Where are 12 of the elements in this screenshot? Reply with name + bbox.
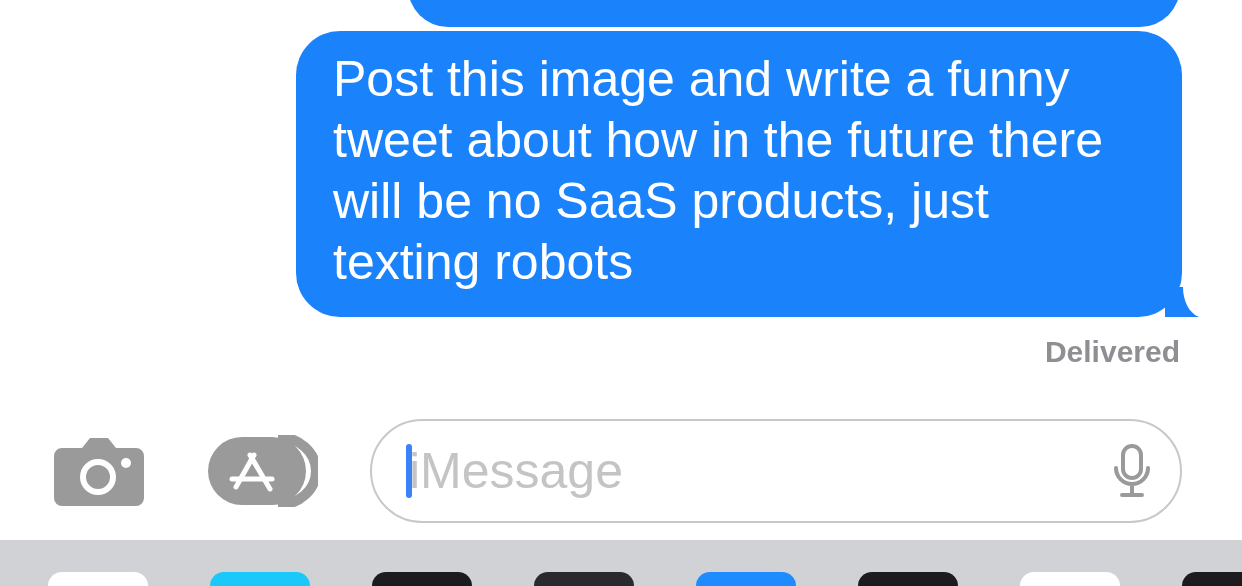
app-store-icon[interactable] — [208, 435, 318, 507]
app-icon[interactable] — [858, 572, 958, 586]
app-icon[interactable] — [534, 572, 634, 586]
message-input[interactable]: iMessage — [409, 442, 1112, 500]
bubble-tail-icon — [1165, 287, 1199, 317]
composer-field[interactable]: iMessage — [370, 419, 1182, 523]
delivery-status: Delivered — [1044, 335, 1180, 369]
app-icon[interactable] — [372, 572, 472, 586]
text-cursor — [406, 444, 412, 498]
message-bubble: Post this image and write a funny tweet about how in the future there will be no SaaS products, just texting robots — [296, 31, 1182, 317]
camera-icon[interactable] — [54, 436, 144, 506]
microphone-icon[interactable] — [1112, 444, 1152, 498]
